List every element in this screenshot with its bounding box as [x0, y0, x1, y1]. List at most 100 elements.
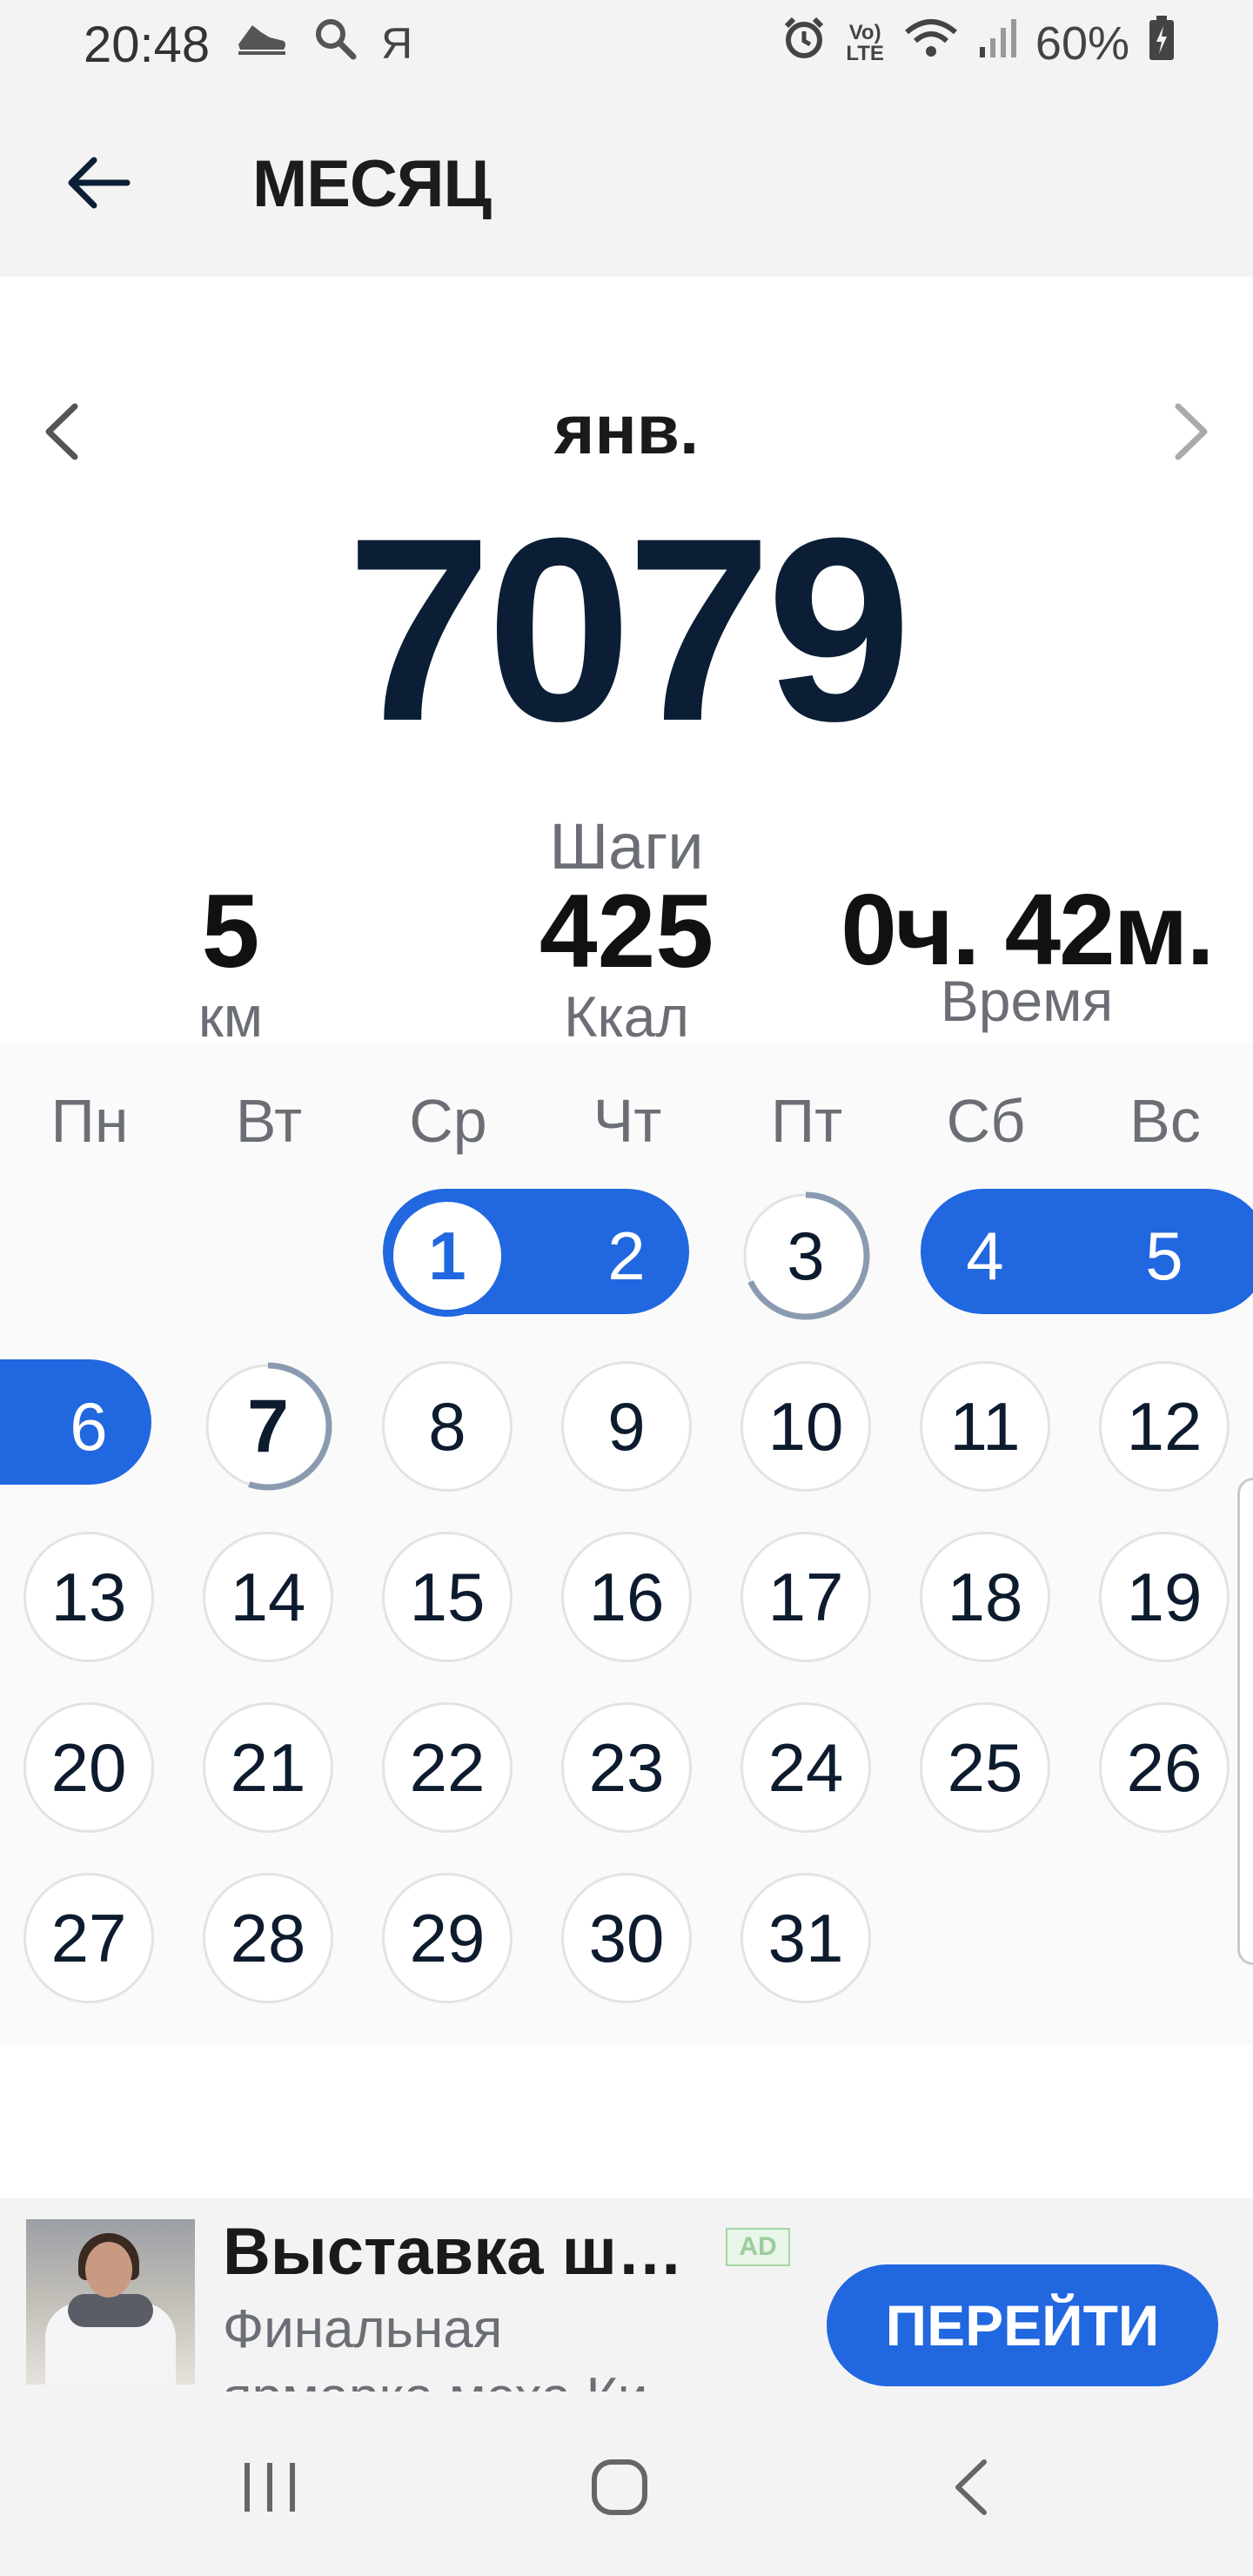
- recent-apps-button[interactable]: [218, 2445, 322, 2532]
- ad-banner[interactable]: Выставка ш… AD Финальная ярмарка меха Ки…: [0, 2198, 1253, 2393]
- day-number: 7: [247, 1384, 289, 1468]
- month-summary: янв. 7079 Шаги 5 км 425 Ккал 0ч. 42м. Вр…: [0, 277, 1253, 1043]
- calendar-day[interactable]: 18: [920, 1532, 1050, 1662]
- calendar-day[interactable]: 5: [1099, 1191, 1230, 1321]
- day-number: 9: [607, 1387, 646, 1465]
- day-number: 23: [588, 1728, 665, 1806]
- calories-stat: 425 Ккал: [496, 879, 757, 1043]
- status-bar: 20:48 Я Vo) LTE 60%: [0, 0, 1253, 87]
- day-number: 17: [767, 1558, 844, 1635]
- calendar-day[interactable]: 28: [203, 1873, 333, 2003]
- calendar-day[interactable]: 6: [23, 1361, 154, 1492]
- calendar-day[interactable]: 27: [23, 1873, 154, 2003]
- back-button[interactable]: [56, 141, 143, 228]
- home-button[interactable]: [567, 2445, 672, 2532]
- calendar-day[interactable]: 11: [920, 1361, 1050, 1492]
- volte-icon: Vo) LTE: [846, 23, 884, 64]
- calendar-day[interactable]: 10: [740, 1361, 871, 1492]
- day-number: 13: [50, 1558, 127, 1635]
- calendar-day[interactable]: 19: [1099, 1532, 1230, 1662]
- ad-description: Финальная ярмарка меха Ки: [223, 2299, 647, 2392]
- recent-apps-icon: [239, 2459, 300, 2519]
- weekday-label: Вс: [1129, 1087, 1201, 1155]
- calendar-day[interactable]: 4: [920, 1191, 1050, 1321]
- volte-top-label: Vo): [848, 21, 881, 44]
- distance-stat: 5 км: [122, 879, 339, 1043]
- day-number: 5: [1145, 1217, 1183, 1294]
- day-number: 14: [230, 1558, 306, 1635]
- calendar-day[interactable]: 23: [561, 1702, 692, 1833]
- day-number: 30: [588, 1899, 665, 1976]
- keyboard-letter: Я: [381, 19, 413, 68]
- calendar-day[interactable]: 20: [23, 1702, 154, 1833]
- calendar-day[interactable]: 14: [203, 1532, 333, 1662]
- month-calendar: Пн Вт Ср Чт Пт Сб Вс 1 2 3 4 5 6 7 8 9 10 11 12 13 14…: [0, 1043, 1253, 2045]
- day-number: 18: [947, 1558, 1023, 1635]
- calendar-day[interactable]: 31: [740, 1873, 871, 2003]
- calendar-day[interactable]: 15: [382, 1532, 513, 1662]
- arrow-left-icon: [66, 155, 132, 215]
- home-icon: [589, 2457, 650, 2522]
- calendar-day[interactable]: 3: [740, 1191, 871, 1321]
- weekday-label: Чт: [593, 1087, 662, 1155]
- calendar-day[interactable]: 25: [920, 1702, 1050, 1833]
- day-number: 12: [1126, 1387, 1203, 1465]
- calendar-day[interactable]: 26: [1099, 1702, 1230, 1833]
- next-month-button[interactable]: [1157, 390, 1227, 477]
- calendar-day[interactable]: 12: [1099, 1361, 1230, 1492]
- calendar-day[interactable]: 16: [561, 1532, 692, 1662]
- calendar-day[interactable]: 2: [561, 1191, 692, 1321]
- month-label: янв.: [553, 391, 700, 468]
- day-number: 19: [1126, 1558, 1203, 1635]
- calendar-day[interactable]: 13: [23, 1532, 154, 1662]
- weekday-label: Пт: [770, 1087, 843, 1155]
- calendar-day[interactable]: 24: [740, 1702, 871, 1833]
- calendar-day[interactable]: 9: [561, 1361, 692, 1492]
- time-value: 0ч. 42м.: [841, 873, 1214, 986]
- weekday-label: Вт: [235, 1087, 303, 1155]
- system-back-button[interactable]: [919, 2445, 1023, 2532]
- day-number: 3: [787, 1217, 825, 1294]
- calendar-day[interactable]: 17: [740, 1532, 871, 1662]
- calories-unit: Ккал: [564, 984, 689, 1043]
- ad-area: Выставка ш… AD Финальная ярмарка меха Ки…: [0, 2045, 1253, 2393]
- battery-icon: [1149, 15, 1175, 72]
- day-number: 20: [50, 1728, 127, 1806]
- calendar-day-today[interactable]: 7: [203, 1361, 333, 1492]
- calendar-day[interactable]: 29: [382, 1873, 513, 2003]
- weekday-label: Пн: [50, 1087, 129, 1155]
- calendar-day[interactable]: 8: [382, 1361, 513, 1492]
- ad-title[interactable]: Выставка ш…: [223, 2214, 683, 2290]
- day-number: 11: [949, 1387, 1021, 1465]
- calendar-day[interactable]: 21: [203, 1702, 333, 1833]
- calendar-day[interactable]: 1: [386, 1195, 508, 1317]
- day-number: 29: [409, 1899, 486, 1976]
- steps-total: 7079: [346, 483, 911, 775]
- day-number: 28: [230, 1899, 306, 1976]
- status-left-icons: Я: [235, 16, 412, 71]
- day-number: 27: [50, 1899, 127, 1976]
- calories-value: 425: [539, 873, 714, 989]
- scroll-handle[interactable]: [1237, 1478, 1253, 1965]
- shoe-icon: [235, 18, 289, 69]
- day-number: 26: [1126, 1728, 1203, 1806]
- calendar-day[interactable]: 30: [561, 1873, 692, 2003]
- ad-badge: AD: [726, 2228, 790, 2266]
- signal-icon: [978, 17, 1016, 70]
- weekday-label: Ср: [409, 1087, 487, 1155]
- day-number: 4: [966, 1217, 1004, 1294]
- battery-percent: 60%: [1035, 17, 1129, 70]
- volte-bottom-label: LTE: [846, 42, 884, 65]
- day-number: 1: [428, 1217, 466, 1294]
- day-number: 21: [230, 1728, 306, 1806]
- time-stat: 0ч. 42м. Время: [809, 879, 1244, 1034]
- day-number: 2: [607, 1217, 646, 1294]
- distance-unit: км: [198, 984, 264, 1043]
- ad-image[interactable]: [26, 2219, 195, 2385]
- alarm-icon: [781, 16, 827, 72]
- wifi-icon: [903, 17, 959, 71]
- ad-cta-button[interactable]: ПЕРЕЙТИ: [827, 2264, 1218, 2386]
- system-nav-bar: [0, 2393, 1253, 2576]
- calendar-day[interactable]: 22: [382, 1702, 513, 1833]
- day-number: 15: [409, 1558, 486, 1635]
